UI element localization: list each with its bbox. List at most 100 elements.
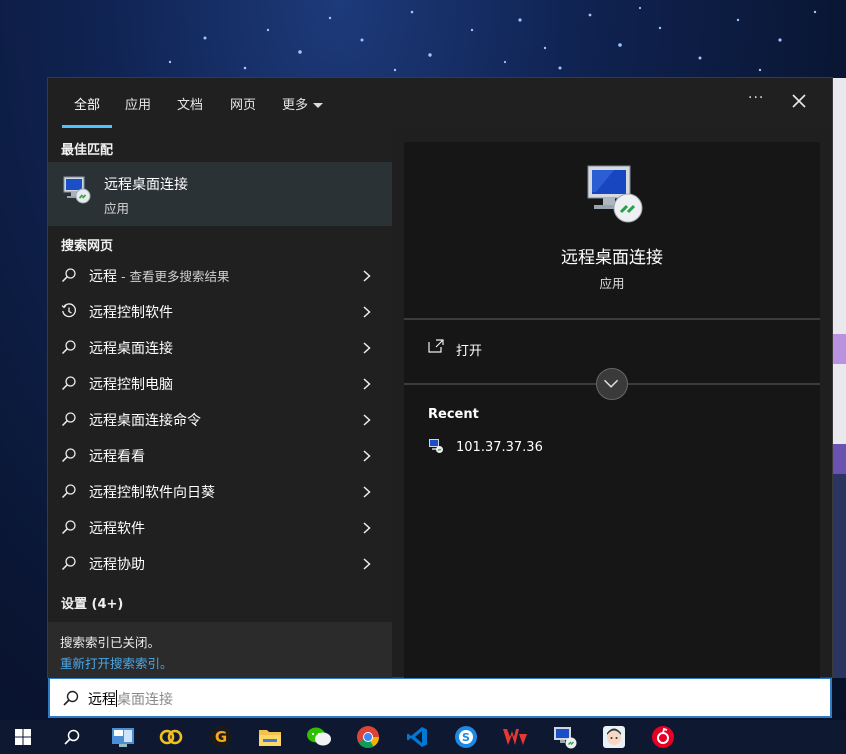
close-icon[interactable]: [790, 92, 808, 110]
svg-text:G: G: [215, 728, 227, 746]
web-search-item[interactable]: 远程 - 查看更多搜索结果: [48, 257, 392, 293]
web-search-item[interactable]: 远程看看: [48, 437, 392, 473]
search-tabs-bar: 全部 应用 文档 网页 更多 ···: [48, 78, 832, 128]
search-input[interactable]: 远程桌面连接: [48, 678, 832, 718]
tab-all[interactable]: 全部: [74, 94, 100, 113]
web-search-item[interactable]: 远程控制软件向日葵: [48, 473, 392, 509]
sogou-icon[interactable]: S: [451, 722, 481, 752]
chrome-icon[interactable]: [353, 722, 383, 752]
vscode-icon[interactable]: [402, 722, 432, 752]
recent-header: Recent: [428, 407, 479, 422]
web-search-item-label: 远程 - 查看更多搜索结果: [89, 266, 229, 286]
svg-text:S: S: [462, 731, 470, 744]
taskbar: G S: [0, 720, 846, 754]
web-search-item-label: 远程协助: [89, 554, 145, 574]
web-search-item-label: 远程桌面连接: [89, 338, 173, 358]
web-search-item[interactable]: 远程控制电脑: [48, 365, 392, 401]
g-app-icon[interactable]: G: [206, 722, 236, 752]
web-search-item[interactable]: 远程软件: [48, 509, 392, 545]
netease-music-icon[interactable]: [648, 722, 678, 752]
search-panel: 全部 应用 文档 网页 更多 ··· 最佳匹配 远程桌面连接 应用 搜索网页 远…: [47, 77, 833, 678]
search-icon: [61, 411, 77, 427]
web-search-item-label: 远程看看: [89, 446, 145, 466]
web-search-item-label: 远程控制电脑: [89, 374, 173, 394]
chevron-right-icon[interactable]: [360, 520, 374, 534]
preview-pane: 远程桌面连接 应用 打开 Recent 101.37.37.36: [404, 142, 820, 678]
web-search-item-label: 远程软件: [89, 518, 145, 538]
chevron-right-icon[interactable]: [360, 412, 374, 426]
tab-more-label: 更多: [282, 98, 309, 113]
search-icon: [61, 555, 77, 571]
wechat-icon[interactable]: [304, 722, 334, 752]
starfield-background: [168, 6, 817, 72]
web-search-query: 远程协助: [89, 557, 145, 573]
tab-apps[interactable]: 应用: [125, 94, 151, 113]
web-search-item[interactable]: 远程控制软件: [48, 293, 392, 329]
background-window-edge: [832, 78, 846, 678]
control-panel-icon[interactable]: [108, 722, 138, 752]
web-search-item[interactable]: 远程协助: [48, 545, 392, 581]
history-icon: [61, 303, 77, 319]
divider: [404, 318, 820, 320]
web-search-hint: - 查看更多搜索结果: [117, 269, 230, 284]
file-explorer-icon[interactable]: [255, 722, 285, 752]
remote-desktop-icon: [63, 176, 91, 204]
open-action[interactable]: 打开: [456, 340, 482, 359]
remote-desktop-icon[interactable]: [550, 722, 580, 752]
reenable-index-link[interactable]: 重新打开搜索索引。: [60, 653, 173, 672]
preview-subtitle: 应用: [599, 276, 625, 291]
web-search-query: 远程: [89, 269, 117, 285]
chevron-down-icon: [603, 379, 619, 388]
expand-button[interactable]: [596, 368, 628, 400]
ellipsis-icon[interactable]: ···: [748, 90, 764, 106]
web-search-query: 远程软件: [89, 521, 145, 537]
web-search-query: 远程控制电脑: [89, 377, 173, 393]
preview-title: 远程桌面连接: [561, 248, 663, 268]
web-search-item-label: 远程控制软件: [89, 302, 173, 322]
web-search-header: 搜索网页: [61, 239, 114, 254]
search-icon: [61, 447, 77, 463]
chevron-right-icon[interactable]: [360, 376, 374, 390]
web-search-item[interactable]: 远程桌面连接命令: [48, 401, 392, 437]
search-icon: [63, 690, 79, 706]
start-icon[interactable]: [8, 722, 38, 752]
results-list: 最佳匹配 远程桌面连接 应用 搜索网页 远程 - 查看更多搜索结果 远程控制软件远…: [48, 128, 392, 678]
chevron-right-icon[interactable]: [360, 556, 374, 570]
web-search-item-label: 远程控制软件向日葵: [89, 482, 215, 502]
search-icon[interactable]: [57, 722, 87, 752]
search-icon: [61, 519, 77, 535]
search-autocomplete: 桌面连接: [117, 692, 173, 708]
web-search-query: 远程看看: [89, 449, 145, 465]
best-match-header: 最佳匹配: [61, 143, 114, 158]
chevron-right-icon[interactable]: [360, 484, 374, 498]
avatar-app-icon[interactable]: [599, 722, 629, 752]
best-match-item[interactable]: 远程桌面连接 应用: [48, 162, 392, 226]
web-search-query: 远程控制软件向日葵: [89, 485, 215, 501]
search-icon: [61, 375, 77, 391]
remote-desktop-icon: [429, 439, 443, 453]
web-search-query: 远程桌面连接命令: [89, 413, 201, 429]
chevron-right-icon[interactable]: [360, 304, 374, 318]
search-icon: [61, 267, 77, 283]
tab-web[interactable]: 网页: [230, 94, 256, 113]
chevron-down-icon: [313, 103, 324, 108]
web-search-query: 远程控制软件: [89, 305, 173, 321]
web-search-item[interactable]: 远程桌面连接: [48, 329, 392, 365]
tab-documents[interactable]: 文档: [177, 94, 203, 113]
baidu-netdisk-icon[interactable]: [156, 722, 186, 752]
tab-more[interactable]: 更多: [282, 94, 324, 113]
web-search-item-label: 远程桌面连接命令: [89, 410, 201, 430]
best-match-subtitle: 应用: [104, 201, 130, 216]
chevron-right-icon[interactable]: [360, 340, 374, 354]
open-icon: [428, 339, 444, 353]
chevron-right-icon[interactable]: [360, 448, 374, 462]
notice-text: 搜索索引已关闭。: [60, 635, 161, 650]
search-icon: [61, 483, 77, 499]
web-search-query: 远程桌面连接: [89, 341, 173, 357]
chevron-right-icon[interactable]: [360, 268, 374, 282]
wps-icon[interactable]: [500, 722, 530, 752]
settings-header[interactable]: 设置 (4+): [61, 593, 123, 612]
remote-desktop-icon: [587, 165, 643, 223]
best-match-title: 远程桌面连接: [104, 177, 188, 193]
recent-item[interactable]: 101.37.37.36: [456, 440, 543, 455]
